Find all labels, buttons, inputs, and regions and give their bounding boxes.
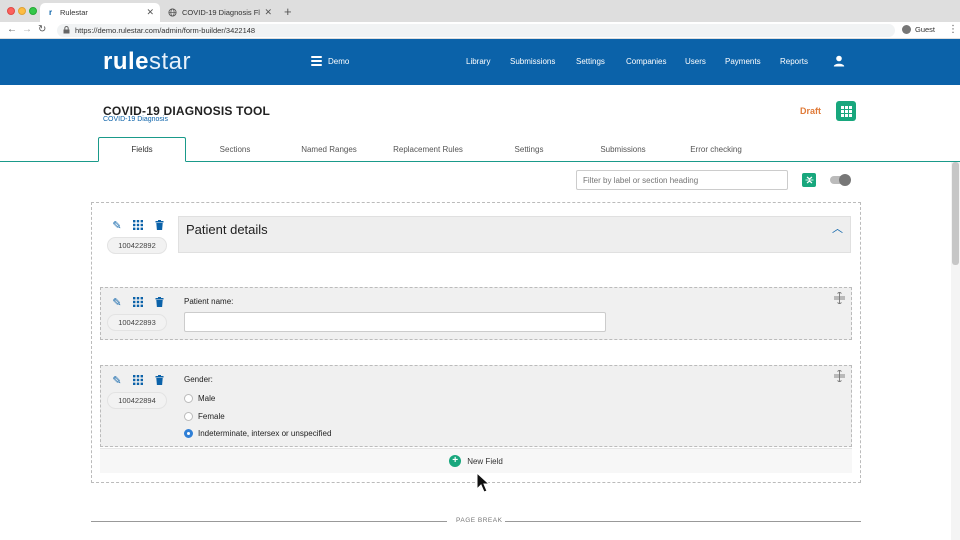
close-window-button[interactable] — [7, 7, 15, 15]
tab-sections[interactable]: Sections — [190, 137, 280, 162]
radio-label: Male — [198, 394, 216, 403]
filter-input[interactable] — [576, 170, 788, 190]
section-id-badge: 100422892 — [107, 237, 167, 254]
drag-grid-icon[interactable] — [132, 297, 144, 309]
server-icon — [311, 56, 322, 66]
browser-tab-flowchart[interactable]: COVID-19 Diagnosis Flowchar ✕ — [162, 3, 278, 22]
section-heading: Patient details — [186, 222, 268, 237]
app-header: rulestar Demo Library Submissions Settin… — [0, 39, 960, 85]
user-icon[interactable] — [833, 55, 845, 67]
drag-handle-icon[interactable] — [834, 291, 845, 307]
apps-grid-button[interactable] — [836, 101, 856, 121]
trash-icon[interactable] — [153, 297, 165, 309]
chevron-up-icon[interactable]: ︿ — [832, 220, 843, 236]
toggle-knob — [839, 174, 851, 186]
edit-pencil-icon[interactable]: ✎ — [111, 220, 123, 232]
browser-tab-strip: r Rulestar ✕ COVID-19 Diagnosis Flowchar… — [0, 0, 960, 22]
section-tools: ✎ — [111, 220, 165, 232]
nav-reports[interactable]: Reports — [780, 57, 808, 66]
reload-icon[interactable]: ↻ — [38, 24, 46, 35]
radio-button-selected[interactable] — [184, 429, 193, 438]
address-bar-row: ← → ↻ https://demo.rulestar.com/admin/fo… — [0, 22, 960, 39]
back-arrow-icon[interactable]: ← — [7, 24, 17, 35]
nav-settings[interactable]: Settings — [576, 57, 605, 66]
browser-tab-title: Rulestar — [60, 8, 88, 17]
workspace-selector[interactable]: Demo — [311, 56, 349, 66]
field-id-badge: 100422894 — [107, 392, 167, 409]
tab-settings[interactable]: Settings — [484, 137, 574, 162]
plus-circle-icon: + — [449, 455, 462, 467]
edit-pencil-icon[interactable]: ✎ — [111, 297, 123, 309]
tab-named-ranges[interactable]: Named Ranges — [284, 137, 374, 162]
radio-button[interactable] — [184, 412, 193, 421]
radio-label: Indeterminate, intersex or unspecified — [198, 429, 332, 438]
tab-fields[interactable]: Fields — [98, 137, 186, 162]
trash-icon[interactable] — [153, 220, 165, 232]
section-header[interactable]: Patient details ︿ — [178, 216, 851, 253]
radio-option-male[interactable]: Male — [184, 394, 215, 403]
field-tools: ✎ — [111, 297, 165, 309]
nav-library[interactable]: Library — [466, 57, 490, 66]
browser-menu-icon[interactable]: ⋮ — [948, 24, 958, 35]
patient-name-input[interactable] — [184, 312, 606, 332]
close-tab-icon[interactable]: ✕ — [264, 7, 272, 18]
url-text: https://demo.rulestar.com/admin/form-bui… — [75, 26, 256, 35]
lock-icon — [63, 25, 70, 36]
page-subtitle-link[interactable]: COVID-19 Diagnosis — [103, 116, 168, 123]
rulestar-favicon-icon: r — [48, 8, 53, 17]
profile-label: Guest — [915, 25, 936, 34]
minimize-window-button[interactable] — [18, 7, 26, 15]
tab-submissions[interactable]: Submissions — [578, 137, 668, 162]
radio-option-female[interactable]: Female — [184, 412, 225, 421]
nav-companies[interactable]: Companies — [626, 57, 666, 66]
field-tools: ✎ — [111, 375, 165, 387]
nav-users[interactable]: Users — [685, 57, 706, 66]
workspace-label: Demo — [328, 56, 350, 66]
avatar-icon — [902, 25, 911, 34]
radio-option-indeterminate[interactable]: Indeterminate, intersex or unspecified — [184, 429, 331, 438]
view-toggle[interactable] — [830, 174, 851, 186]
trash-icon[interactable] — [153, 375, 165, 387]
field-label: Patient name: — [184, 297, 234, 306]
browser-tab-title: COVID-19 Diagnosis Flowchar — [182, 8, 260, 17]
page-break-line — [91, 521, 447, 522]
edit-pencil-icon[interactable]: ✎ — [111, 375, 123, 387]
profile-button[interactable]: Guest — [902, 25, 935, 34]
url-field[interactable]: https://demo.rulestar.com/admin/form-bui… — [57, 24, 895, 37]
field-id-badge: 100422893 — [107, 314, 167, 331]
logo-bold-text: rule — [103, 48, 150, 75]
nav-payments[interactable]: Payments — [725, 57, 761, 66]
rulestar-logo[interactable]: rulestar — [103, 48, 191, 76]
nav-submissions[interactable]: Submissions — [510, 57, 555, 66]
drag-grid-icon[interactable] — [132, 220, 144, 232]
new-field-label: New Field — [467, 456, 503, 466]
page-break-line — [505, 521, 861, 522]
drag-grid-icon[interactable] — [132, 375, 144, 387]
page-break-label: PAGE BREAK — [456, 517, 503, 524]
globe-icon — [168, 8, 177, 17]
field-label: Gender: — [184, 375, 213, 384]
browser-tab-rulestar[interactable]: r Rulestar ✕ — [40, 3, 160, 22]
drag-handle-icon[interactable] — [834, 369, 845, 385]
maximize-window-button[interactable] — [29, 7, 37, 15]
forward-arrow-icon[interactable]: → — [22, 24, 32, 35]
radio-button[interactable] — [184, 394, 193, 403]
status-badge: Draft — [800, 106, 822, 116]
close-tab-icon[interactable]: ✕ — [146, 7, 154, 18]
collapse-all-button[interactable] — [802, 173, 816, 187]
new-field-button[interactable]: + New Field — [100, 448, 852, 473]
radio-label: Female — [198, 412, 225, 421]
grid-icon — [840, 105, 852, 117]
tab-error-checking[interactable]: Error checking — [670, 137, 762, 162]
mouse-cursor-icon — [476, 472, 490, 493]
logo-light-text: star — [149, 48, 192, 75]
collapse-icon — [805, 176, 813, 184]
scrollbar-thumb[interactable] — [952, 162, 959, 265]
tab-replacement-rules[interactable]: Replacement Rules — [378, 137, 478, 162]
new-tab-button[interactable]: + — [284, 4, 292, 19]
